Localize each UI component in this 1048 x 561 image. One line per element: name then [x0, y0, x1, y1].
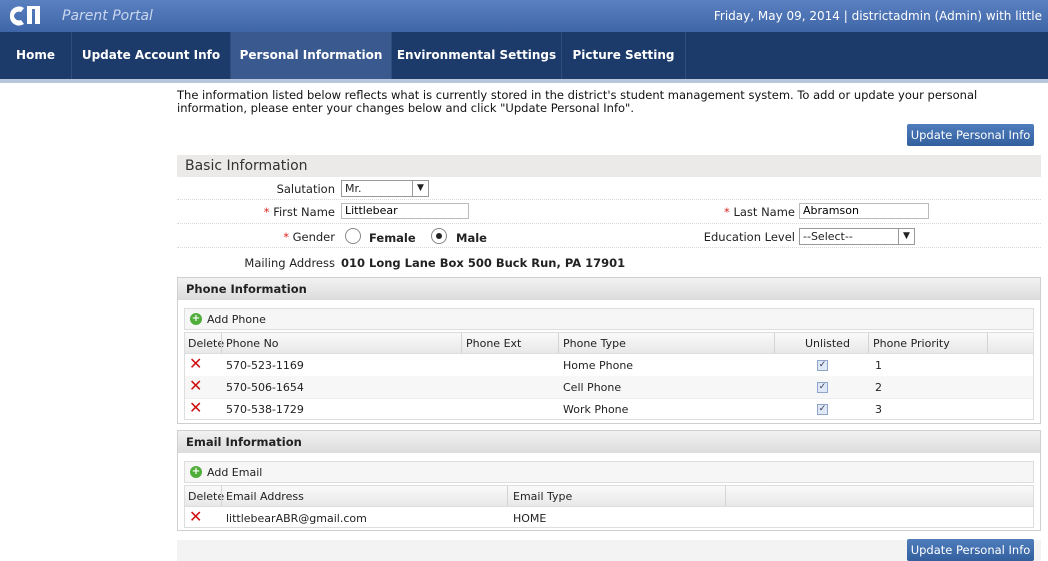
radio-selected-dot — [436, 233, 442, 239]
required-marker: * — [283, 230, 289, 244]
col-email-type: Email Type — [513, 490, 573, 503]
phone-number: 570-506-1654 — [226, 381, 304, 394]
col-phone-ext: Phone Ext — [466, 337, 522, 350]
first-name-label-text: First Name — [273, 205, 335, 219]
delete-icon[interactable]: ✕ — [189, 378, 203, 394]
cii-logo — [9, 6, 40, 26]
update-personal-info-button-top[interactable]: Update Personal Info — [907, 124, 1034, 146]
nav-divider — [0, 79, 1048, 83]
add-icon: + — [190, 466, 202, 478]
add-icon: + — [190, 313, 202, 325]
column-separator — [558, 333, 559, 353]
email-information-title: Email Information — [178, 431, 1040, 453]
salutation-value: Mr. — [345, 182, 362, 195]
column-separator — [774, 333, 775, 353]
gender-male-label: Male — [456, 231, 487, 245]
column-separator — [221, 486, 222, 506]
divider — [177, 247, 1041, 248]
gender-female-radio[interactable] — [345, 228, 361, 244]
col-delete: Delete — [188, 490, 225, 503]
delete-icon[interactable]: ✕ — [189, 356, 203, 372]
phone-type: Work Phone — [563, 403, 629, 416]
email-information-box: Email Information + Add Email Delete Ema… — [177, 430, 1041, 531]
mailing-address-label: Mailing Address — [244, 256, 335, 270]
col-email-address: Email Address — [226, 490, 304, 503]
first-name-label: * First Name — [237, 205, 335, 219]
gender-label-text: Gender — [292, 230, 335, 244]
phone-grid: Delete Phone No Phone Ext Phone Type Unl… — [184, 332, 1034, 420]
add-phone-button[interactable]: Add Phone — [207, 313, 266, 326]
nav-personal-information[interactable]: Personal Information — [231, 32, 392, 79]
phone-grid-header: Delete Phone No Phone Ext Phone Type Unl… — [185, 333, 1033, 354]
nav-update-account-info[interactable]: Update Account Info — [72, 32, 231, 79]
gender-female-label: Female — [369, 231, 416, 245]
email-grid: Delete Email Address Email Type ✕ little… — [184, 485, 1034, 528]
phone-type: Cell Phone — [563, 381, 622, 394]
column-separator — [461, 333, 462, 353]
col-phone-no: Phone No — [226, 337, 279, 350]
delete-icon[interactable]: ✕ — [189, 509, 203, 525]
col-phone-type: Phone Type — [563, 337, 626, 350]
phone-toolbar: + Add Phone — [184, 308, 1034, 330]
nav-environmental-settings[interactable]: Environmental Settings — [392, 32, 562, 79]
required-marker: * — [263, 205, 270, 219]
email-grid-header: Delete Email Address Email Type — [185, 486, 1033, 507]
chevron-down-icon: ▼ — [412, 181, 428, 196]
phone-priority: 3 — [875, 403, 882, 416]
nav-home[interactable]: Home — [0, 32, 72, 79]
col-delete: Delete — [188, 337, 225, 350]
top-bar: Parent Portal Friday, May 09, 2014 | dis… — [0, 0, 1048, 32]
add-email-button[interactable]: Add Email — [207, 466, 262, 479]
unlisted-checkbox[interactable]: ✓ — [817, 404, 828, 415]
email-toolbar: + Add Email — [184, 461, 1034, 483]
basic-information-panel: Basic Information Salutation Mr. ▼ * Fir… — [177, 155, 1041, 275]
table-row: ✕ 570-523-1169 Home Phone ✓ 1 — [185, 354, 1033, 377]
phone-type: Home Phone — [563, 359, 634, 372]
salutation-select[interactable]: Mr. ▼ — [341, 180, 429, 197]
phone-information-box: Phone Information + Add Phone Delete Pho… — [177, 277, 1041, 424]
column-separator — [507, 486, 508, 506]
main-nav: Home Update Account Info Personal Inform… — [0, 32, 1048, 79]
education-level-value: --Select-- — [803, 230, 853, 243]
column-separator — [987, 333, 988, 353]
user-info: Friday, May 09, 2014 | districtadmin (Ad… — [713, 9, 1042, 23]
phone-number: 570-523-1169 — [226, 359, 304, 372]
divider — [177, 223, 1041, 224]
update-personal-info-button-bottom[interactable]: Update Personal Info — [907, 539, 1034, 561]
chevron-down-icon: ▼ — [898, 229, 914, 244]
required-marker: * — [724, 205, 730, 219]
intro-text: The information listed below reflects wh… — [177, 88, 978, 115]
first-name-input[interactable] — [341, 203, 469, 219]
nav-picture-setting[interactable]: Picture Setting — [562, 32, 686, 79]
col-unlisted: Unlisted — [805, 337, 850, 350]
last-name-input[interactable] — [799, 203, 929, 219]
salutation-label: Salutation — [276, 182, 335, 196]
basic-information-title: Basic Information — [177, 155, 1041, 177]
last-name-label-text: Last Name — [733, 205, 795, 219]
column-separator — [221, 333, 222, 353]
divider — [177, 199, 1041, 200]
column-separator — [868, 333, 869, 353]
phone-priority: 1 — [875, 359, 882, 372]
phone-number: 570-538-1729 — [226, 403, 304, 416]
unlisted-checkbox[interactable]: ✓ — [817, 382, 828, 393]
column-separator — [725, 486, 726, 506]
gender-label: * Gender — [237, 230, 335, 244]
education-level-label: Education Level — [703, 230, 795, 244]
table-row: ✕ 570-538-1729 Work Phone ✓ 3 — [185, 398, 1033, 420]
gender-male-radio[interactable] — [431, 228, 447, 244]
phone-priority: 2 — [875, 381, 882, 394]
email-type: HOME — [513, 512, 547, 525]
col-phone-priority: Phone Priority — [873, 337, 950, 350]
last-name-label: * Last Name — [677, 205, 795, 219]
education-level-select[interactable]: --Select-- ▼ — [799, 228, 915, 245]
delete-icon[interactable]: ✕ — [189, 400, 203, 416]
table-row: ✕ 570-506-1654 Cell Phone ✓ 2 — [185, 376, 1033, 399]
mailing-address-value: 010 Long Lane Box 500 Buck Run, PA 17901 — [341, 256, 626, 270]
portal-title: Parent Portal — [62, 8, 153, 24]
email-address: littlebearABR@gmail.com — [226, 512, 367, 525]
table-row: ✕ littlebearABR@gmail.com HOME — [185, 507, 1033, 529]
phone-information-title: Phone Information — [178, 278, 1040, 300]
unlisted-checkbox[interactable]: ✓ — [817, 360, 828, 371]
